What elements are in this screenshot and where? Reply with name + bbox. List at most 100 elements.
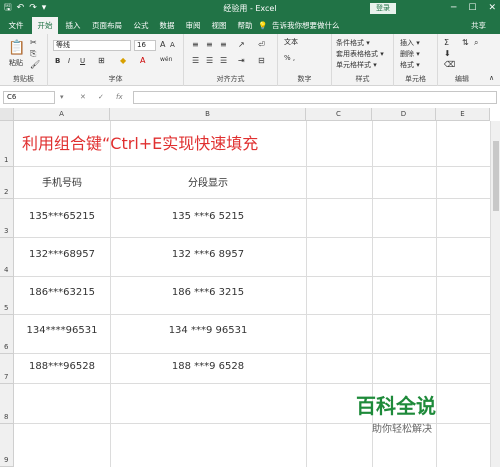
number-group-label: 数字 xyxy=(297,75,312,83)
gridline xyxy=(14,198,490,199)
vertical-scrollbar[interactable] xyxy=(490,121,500,467)
cancel-icon[interactable]: ✕ xyxy=(80,91,86,104)
row-header-9[interactable]: 9 xyxy=(0,424,14,467)
tab-insert[interactable]: 插入 xyxy=(62,17,84,34)
watermark-slogan: 助你轻松解决 xyxy=(372,424,432,435)
segmented-cell[interactable]: 186 ***6 3215 xyxy=(110,287,306,298)
share-button[interactable]: 共享 xyxy=(471,17,486,34)
row-header-8[interactable]: 8 xyxy=(0,384,14,424)
number-format-select[interactable]: 文本 xyxy=(282,38,326,49)
find-select-icon[interactable]: ⌕ xyxy=(474,38,478,48)
insert-function-icon[interactable]: fx xyxy=(116,91,123,104)
sheet-title-cell[interactable]: 利用组合键“Ctrl+E实现快速填充 xyxy=(22,130,258,154)
segmented-cell[interactable]: 188 ***9 6528 xyxy=(110,361,306,372)
border-icon[interactable]: ⊞ xyxy=(98,56,105,65)
row-header-7[interactable]: 7 xyxy=(0,354,14,384)
paste-button[interactable]: 粘贴 xyxy=(9,58,23,68)
align-top-icon[interactable]: ≡ xyxy=(192,40,199,49)
increase-font-icon[interactable]: A xyxy=(160,40,165,49)
align-right-icon[interactable]: ☰ xyxy=(220,56,227,65)
row-header-2[interactable]: 2 xyxy=(0,167,14,199)
phone-cell[interactable]: 135***65215 xyxy=(14,211,110,222)
minimize-icon[interactable]: ─ xyxy=(451,0,456,17)
orientation-icon[interactable]: ↗ xyxy=(238,40,245,49)
tab-review[interactable]: 审阅 xyxy=(182,17,204,34)
enter-icon[interactable]: ✓ xyxy=(98,91,104,104)
row-header-6[interactable]: 6 xyxy=(0,315,14,354)
tab-file[interactable]: 文件 xyxy=(4,17,28,34)
format-as-table-button[interactable]: 套用表格格式 ▾ xyxy=(336,49,384,59)
window-controls: ─ ☐ ✕ xyxy=(451,0,496,17)
column-header-d[interactable]: D xyxy=(372,108,436,121)
phone-cell[interactable]: 188***96528 xyxy=(14,361,110,372)
tab-page-layout[interactable]: 页面布局 xyxy=(88,17,126,34)
conditional-formatting-button[interactable]: 条件格式 ▾ xyxy=(336,38,370,48)
row-header-4[interactable]: 4 xyxy=(0,238,14,277)
segmented-cell[interactable]: 132 ***6 8957 xyxy=(110,249,306,260)
gridline xyxy=(14,383,490,384)
header-cell-segmented[interactable]: 分段显示 xyxy=(110,174,306,189)
font-group-label: 字体 xyxy=(108,75,123,83)
tab-view[interactable]: 视图 xyxy=(208,17,230,34)
decrease-font-icon[interactable]: A xyxy=(170,41,175,49)
formula-input[interactable] xyxy=(133,91,497,104)
gridline xyxy=(306,121,307,467)
namebox-dropdown-icon[interactable]: ▾ xyxy=(60,91,64,104)
select-all-corner[interactable] xyxy=(0,108,14,121)
indent-icon[interactable]: ⇥ xyxy=(238,56,245,65)
autosum-icon[interactable]: Σ xyxy=(444,38,449,47)
format-cells-button[interactable]: 格式 ▾ xyxy=(400,60,420,70)
align-left-icon[interactable]: ☰ xyxy=(192,56,199,65)
tab-data[interactable]: 数据 xyxy=(156,17,178,34)
font-size-select[interactable]: 16 xyxy=(134,40,156,51)
tab-help[interactable]: 帮助 xyxy=(234,17,256,34)
align-center-icon[interactable]: ☰ xyxy=(206,56,213,65)
segmented-cell[interactable]: 134 ***9 96531 xyxy=(110,325,306,336)
paste-icon[interactable]: 📋 xyxy=(8,40,25,56)
fill-color-icon[interactable]: ◆ xyxy=(120,56,126,65)
phone-cell[interactable]: 132***68957 xyxy=(14,249,110,260)
percent-comma-buttons[interactable]: % , xyxy=(284,54,295,62)
cell-styles-button[interactable]: 单元格样式 ▾ xyxy=(336,60,377,70)
sort-filter-icon[interactable]: ⇅ xyxy=(462,38,469,47)
merge-center-icon[interactable]: ⊟ xyxy=(258,56,265,65)
copy-icon[interactable]: ⎘ xyxy=(30,49,36,59)
italic-button[interactable]: I xyxy=(68,57,70,65)
scrollbar-thumb[interactable] xyxy=(493,141,499,211)
gridline xyxy=(14,166,490,167)
insert-cells-button[interactable]: 插入 ▾ xyxy=(400,38,420,48)
tab-home[interactable]: 开始 xyxy=(32,17,58,34)
row-header-5[interactable]: 5 xyxy=(0,277,14,315)
font-color-icon[interactable]: A xyxy=(140,56,145,65)
column-header-a[interactable]: A xyxy=(14,108,110,121)
fill-icon[interactable]: ⬇ xyxy=(444,49,451,58)
bold-button[interactable]: B xyxy=(55,57,60,65)
align-bottom-icon[interactable]: ≡ xyxy=(220,40,227,49)
column-header-c[interactable]: C xyxy=(306,108,372,121)
align-middle-icon[interactable]: ≡ xyxy=(206,40,213,49)
tab-formulas[interactable]: 公式 xyxy=(130,17,152,34)
tell-me-search[interactable]: 告诉我你想要做什么 xyxy=(272,17,340,34)
phone-cell[interactable]: 186***63215 xyxy=(14,287,110,298)
row-header-1[interactable]: 1 xyxy=(0,121,14,167)
phonetic-button[interactable]: wén xyxy=(160,56,172,63)
gridline xyxy=(14,237,490,238)
format-painter-icon[interactable]: 🖌 xyxy=(30,60,40,69)
column-header-b[interactable]: B xyxy=(110,108,306,121)
underline-button[interactable]: U xyxy=(80,57,85,65)
column-header-e[interactable]: E xyxy=(436,108,490,121)
font-name-select[interactable]: 等线 xyxy=(53,40,131,51)
collapse-ribbon-icon[interactable]: ∧ xyxy=(489,74,494,82)
segmented-cell[interactable]: 135 ***6 5215 xyxy=(110,211,306,222)
wrap-text-icon[interactable]: ⏎ xyxy=(258,40,265,49)
phone-cell[interactable]: 134****96531 xyxy=(14,325,110,336)
clear-icon[interactable]: ⌫ xyxy=(444,60,455,69)
maximize-icon[interactable]: ☐ xyxy=(468,0,476,17)
header-cell-phone[interactable]: 手机号码 xyxy=(14,174,110,189)
cut-icon[interactable]: ✂ xyxy=(30,38,37,47)
delete-cells-button[interactable]: 删除 ▾ xyxy=(400,49,420,59)
name-box[interactable]: C6 xyxy=(3,91,55,104)
close-icon[interactable]: ✕ xyxy=(488,0,496,17)
login-button[interactable]: 登录 xyxy=(370,3,396,14)
row-header-3[interactable]: 3 xyxy=(0,199,14,238)
